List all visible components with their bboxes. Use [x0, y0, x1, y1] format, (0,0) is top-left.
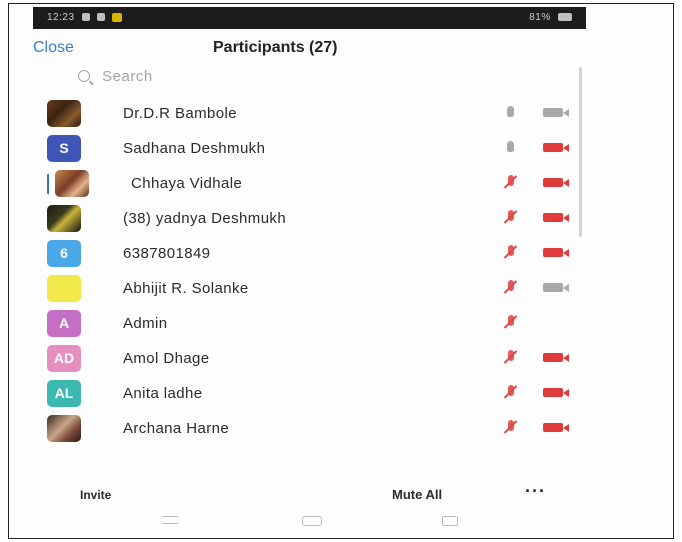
avatar: 6 — [47, 240, 81, 267]
notification-icon — [97, 13, 106, 22]
battery-percent: 81% — [529, 12, 551, 23]
battery-icon — [558, 13, 572, 22]
participant-name: Dr.D.R Bambole — [123, 105, 237, 122]
microphone-muted-icon[interactable] — [506, 350, 515, 364]
participant-row[interactable]: A Admin — [0, 306, 682, 341]
video-camera-off-icon[interactable] — [543, 423, 569, 432]
participant-row[interactable]: AL Anita ladhe — [0, 376, 682, 411]
avatar-photo — [47, 415, 81, 442]
system-nav-bar — [150, 516, 480, 532]
participant-name: Admin — [123, 315, 168, 332]
video-camera-icon[interactable] — [543, 108, 569, 117]
participant-row[interactable]: Archana Harne — [0, 411, 682, 446]
video-camera-off-icon[interactable] — [543, 213, 569, 222]
mute-all-button[interactable]: Mute All — [392, 487, 442, 502]
participant-row[interactable]: Abhijit R. Solanke — [0, 271, 682, 306]
page-title: Participants (27) — [213, 39, 338, 56]
microphone-muted-icon[interactable] — [506, 280, 515, 294]
microphone-muted-icon[interactable] — [506, 245, 515, 259]
participant-row[interactable]: Dr.D.R Bambole — [0, 96, 682, 131]
microphone-muted-icon[interactable] — [506, 385, 515, 399]
video-camera-off-icon[interactable] — [543, 248, 569, 257]
avatar — [47, 275, 81, 302]
microphone-muted-icon[interactable] — [506, 175, 515, 189]
video-camera-off-icon[interactable] — [543, 388, 569, 397]
participant-row[interactable]: Chhaya Vidhale — [0, 166, 682, 201]
avatar-photo — [47, 100, 81, 127]
notification-icon — [81, 13, 90, 22]
avatar: AD — [47, 345, 81, 372]
participant-name: Chhaya Vidhale — [131, 175, 243, 192]
participant-row[interactable]: AD Amol Dhage — [0, 341, 682, 376]
search-placeholder: Search — [102, 68, 153, 85]
microphone-muted-icon[interactable] — [506, 420, 515, 434]
search-icon — [78, 70, 90, 82]
avatar: AL — [47, 380, 81, 407]
back-icon[interactable] — [442, 516, 458, 526]
video-camera-off-icon[interactable] — [543, 353, 569, 362]
participant-row[interactable]: (38) yadnya Deshmukh — [0, 201, 682, 236]
avatar: S — [47, 135, 81, 162]
close-button[interactable]: Close — [33, 39, 74, 57]
avatar: A — [47, 310, 81, 337]
microphone-icon[interactable] — [507, 141, 514, 152]
participant-name: Abhijit R. Solanke — [123, 280, 249, 297]
search-input[interactable]: Search — [78, 68, 558, 90]
invite-button[interactable]: Invite — [80, 488, 111, 502]
status-bar: 12:23 81% — [33, 7, 586, 29]
participant-name: Anita ladhe — [123, 385, 203, 402]
video-camera-off-icon[interactable] — [543, 143, 569, 152]
participant-name: 6387801849 — [123, 245, 211, 262]
status-bar-right: 81% — [529, 12, 572, 23]
more-options-button[interactable]: ··· — [525, 481, 546, 502]
participant-name: (38) yadnya Deshmukh — [123, 210, 287, 227]
microphone-icon[interactable] — [507, 106, 514, 117]
status-bar-left: 12:23 — [47, 12, 123, 23]
microphone-muted-icon[interactable] — [506, 210, 515, 224]
video-camera-icon[interactable] — [543, 283, 569, 292]
app-badge-icon — [112, 12, 123, 22]
participant-row[interactable]: 6 6387801849 — [0, 236, 682, 271]
video-camera-off-icon[interactable] — [543, 178, 569, 187]
avatar-photo — [55, 170, 89, 197]
participant-name: Amol Dhage — [123, 350, 210, 367]
participant-name: Sadhana Deshmukh — [123, 140, 266, 157]
menu-icon[interactable] — [162, 516, 178, 524]
avatar-edge-marker — [47, 174, 49, 194]
home-icon[interactable] — [302, 516, 322, 526]
status-time: 12:23 — [47, 12, 75, 23]
microphone-muted-icon[interactable] — [506, 315, 515, 329]
participant-row[interactable]: S Sadhana Deshmukh — [0, 131, 682, 166]
avatar-photo — [47, 205, 81, 232]
participant-name: Archana Harne — [123, 420, 230, 437]
